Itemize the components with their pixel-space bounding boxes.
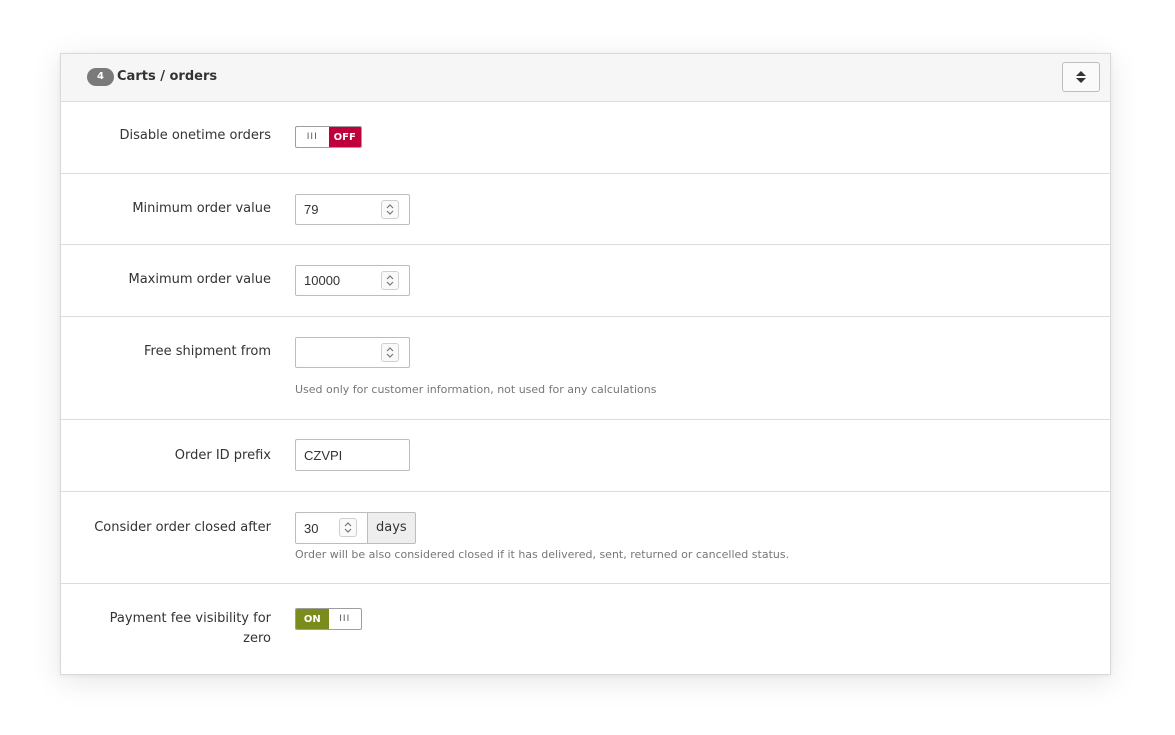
stepper-arrows-icon[interactable]	[381, 200, 399, 219]
field-label: Free shipment from	[144, 344, 271, 359]
carts-orders-panel: 4 Carts / orders Disable onetime orders …	[60, 53, 1111, 675]
disable-onetime-orders-toggle[interactable]: III OFF	[295, 126, 362, 148]
sort-arrows-icon	[1076, 71, 1086, 83]
row-consider-order-closed-after: Consider order closed after 30 days Orde…	[61, 492, 1110, 584]
field-label: Minimum order value	[132, 201, 271, 216]
field-label: Consider order closed after	[94, 520, 271, 535]
collapse-toggle-button[interactable]	[1062, 62, 1100, 92]
maximum-order-value-input[interactable]: 10000	[295, 265, 410, 296]
stepper-arrows-icon[interactable]	[339, 518, 357, 537]
panel-header: 4 Carts / orders	[61, 54, 1110, 102]
field-label: Payment fee visibility for zero	[71, 609, 271, 649]
toggle-off-state: OFF	[328, 127, 361, 147]
order-id-prefix-input[interactable]: CZVPI	[295, 439, 410, 471]
input-value: 79	[304, 202, 319, 217]
stepper-arrows-icon[interactable]	[381, 271, 399, 290]
closed-after-days-input[interactable]: 30	[295, 512, 367, 544]
row-order-id-prefix: Order ID prefix CZVPI	[61, 420, 1110, 492]
input-value: CZVPI	[304, 448, 343, 463]
section-number-badge: 4	[87, 68, 114, 86]
days-unit-addon: days	[367, 512, 416, 544]
toggle-grip: III	[306, 132, 318, 142]
help-text: Order will be also considered closed if …	[295, 548, 790, 561]
row-free-shipment-from: Free shipment from Used only for custome…	[61, 317, 1110, 420]
field-label-line1: Payment fee visibility for	[109, 611, 271, 626]
field-label: Order ID prefix	[174, 448, 271, 463]
field-label-line2: zero	[243, 631, 271, 646]
row-maximum-order-value: Maximum order value 10000	[61, 245, 1110, 317]
toggle-on-state: ON	[296, 609, 329, 629]
row-payment-fee-visibility: Payment fee visibility for zero ON III	[61, 584, 1110, 676]
stepper-arrows-icon[interactable]	[381, 343, 399, 362]
field-label: Disable onetime orders	[119, 128, 272, 143]
closed-after-input-group: 30 days	[295, 512, 416, 544]
input-value: 30	[304, 521, 319, 536]
field-label: Maximum order value	[128, 272, 272, 287]
input-value: 10000	[304, 273, 341, 288]
minimum-order-value-input[interactable]: 79	[295, 194, 410, 225]
free-shipment-from-input[interactable]	[295, 337, 410, 368]
panel-title: Carts / orders	[117, 69, 218, 84]
payment-fee-visibility-toggle[interactable]: ON III	[295, 608, 362, 630]
toggle-grip: III	[339, 614, 351, 624]
help-text: Used only for customer information, not …	[295, 383, 657, 396]
row-minimum-order-value: Minimum order value 79	[61, 174, 1110, 245]
row-disable-onetime-orders: Disable onetime orders III OFF	[61, 102, 1110, 174]
